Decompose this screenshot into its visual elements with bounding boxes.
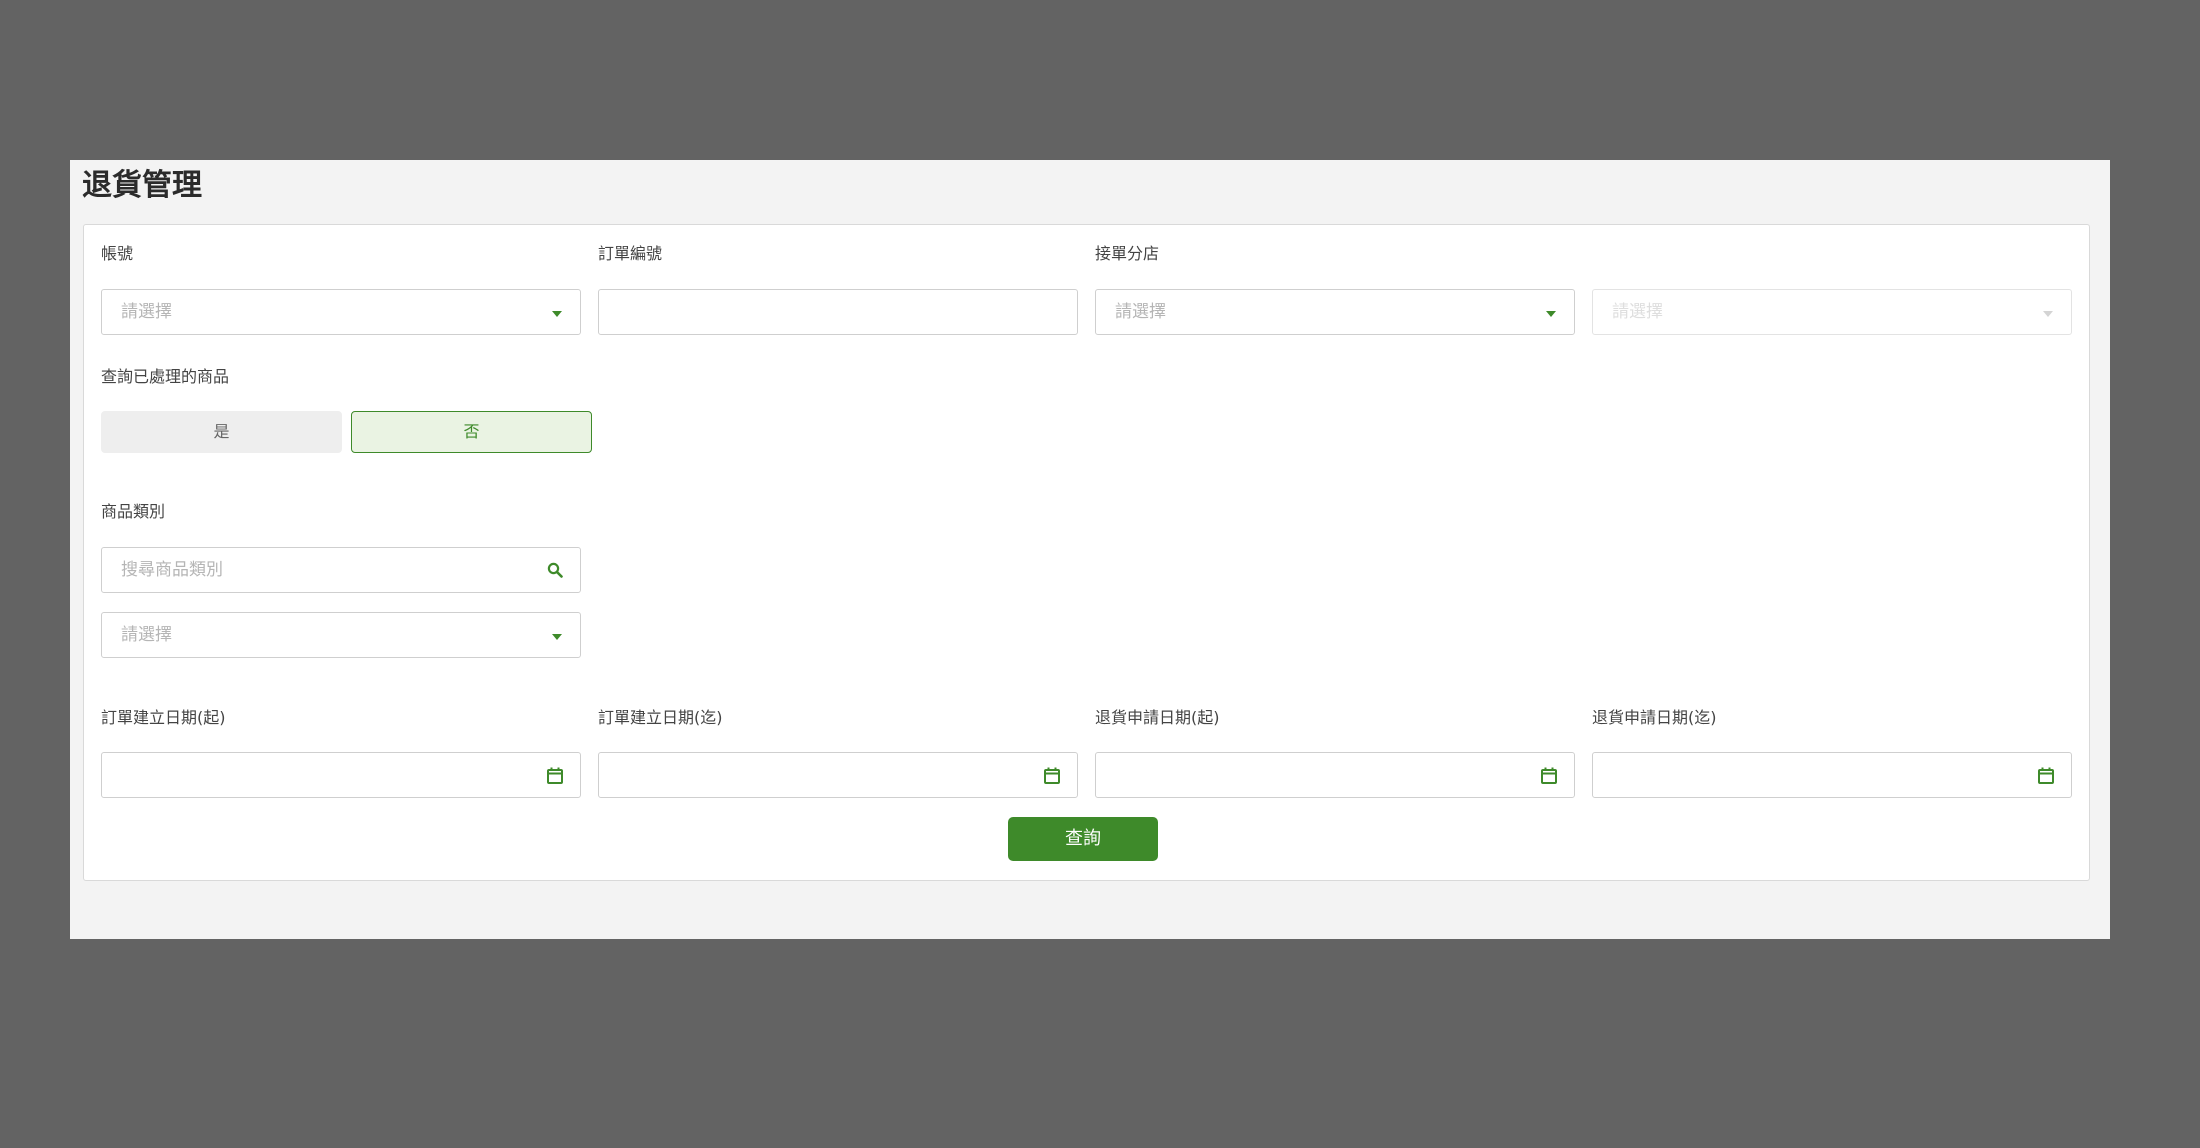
category-search-input[interactable]: 搜尋商品類別 [101,547,581,593]
order-date-start-input[interactable] [101,752,581,798]
branch-sub-select: 請選擇 [1592,289,2072,335]
page-title: 退貨管理 [82,168,202,203]
return-date-end-input[interactable] [1592,752,2072,798]
category-select[interactable]: 請選擇 [101,612,581,658]
branch-select[interactable]: 請選擇 [1095,289,1575,335]
order-date-end-input[interactable] [598,752,1078,798]
calendar-icon[interactable] [2037,766,2055,786]
calendar-icon[interactable] [546,766,564,786]
account-select[interactable]: 請選擇 [101,289,581,335]
chevron-down-icon [552,311,562,317]
chevron-down-icon [1546,311,1556,317]
processed-no-button[interactable]: 否 [351,411,592,453]
branch-label: 接單分店 [1095,244,1160,263]
return-date-end-label: 退貨申請日期(迄) [1592,708,1717,727]
branch-sub-select-placeholder: 請選擇 [1612,302,1663,322]
account-select-placeholder: 請選擇 [121,302,172,322]
category-label: 商品類別 [101,502,166,521]
calendar-icon[interactable] [1540,766,1558,786]
return-date-start-input[interactable] [1095,752,1575,798]
order-date-start-label: 訂單建立日期(起) [101,708,226,727]
filter-card: 帳號 請選擇 訂單編號 接單分店 請選擇 請選擇 查詢已處理的商品 是 否 商品… [83,224,2090,881]
category-select-placeholder: 請選擇 [121,625,172,645]
search-icon[interactable] [547,562,563,578]
chevron-down-icon [552,634,562,640]
category-search-placeholder: 搜尋商品類別 [121,560,223,580]
return-date-start-label: 退貨申請日期(起) [1095,708,1220,727]
order-number-label: 訂單編號 [598,244,663,263]
order-number-input[interactable] [598,289,1078,335]
order-date-end-label: 訂單建立日期(迄) [598,708,723,727]
chevron-down-icon [2043,311,2053,317]
processed-yes-button[interactable]: 是 [101,411,342,453]
account-label: 帳號 [101,244,134,263]
query-button[interactable]: 查詢 [1008,817,1158,861]
processed-label: 查詢已處理的商品 [101,367,230,386]
branch-select-placeholder: 請選擇 [1115,302,1166,322]
calendar-icon[interactable] [1043,766,1061,786]
return-management-panel: 退貨管理 帳號 請選擇 訂單編號 接單分店 請選擇 請選擇 查詢已處理的商品 是… [70,160,2110,939]
